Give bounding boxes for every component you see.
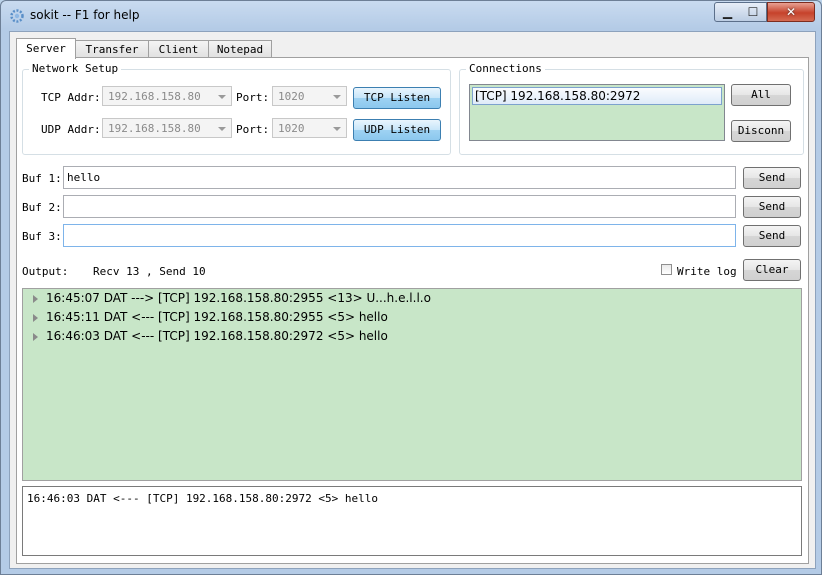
udp-listen-button[interactable]: UDP Listen xyxy=(353,119,441,141)
tcp-addr-value: 192.168.158.80 xyxy=(108,90,201,103)
udp-port-label: Port: xyxy=(236,123,270,136)
buf2-label: Buf 2: xyxy=(22,201,62,214)
buf3-input[interactable] xyxy=(63,224,736,247)
log-row-text: 16:45:07 DAT ---> [TCP] 192.168.158.80:2… xyxy=(46,291,431,305)
tab-server[interactable]: Server xyxy=(16,38,76,59)
minimize-icon: ▁ xyxy=(722,5,733,19)
write-log-label[interactable]: Write log xyxy=(677,265,737,278)
chevron-down-icon xyxy=(333,127,341,131)
window-title: sokit -- F1 for help xyxy=(30,8,140,22)
network-setup-title: Network Setup xyxy=(29,62,122,75)
tcp-addr-combo[interactable]: 192.168.158.80 xyxy=(102,86,232,106)
udp-addr-value: 192.168.158.80 xyxy=(108,122,201,135)
tcp-port-label: Port: xyxy=(236,91,270,104)
detail-view[interactable]: 16:46:03 DAT <--- [TCP] 192.168.158.80:2… xyxy=(22,486,802,556)
tcp-addr-label: TCP Addr: xyxy=(41,91,101,104)
tcp-port-combo[interactable]: 1020 xyxy=(272,86,347,106)
log-row-text: 16:46:03 DAT <--- [TCP] 192.168.158.80:2… xyxy=(46,329,388,343)
chevron-down-icon xyxy=(218,127,226,131)
clear-button[interactable]: Clear xyxy=(743,259,801,281)
chevron-down-icon xyxy=(218,95,226,99)
buf3-label: Buf 3: xyxy=(22,230,62,243)
minimize-button[interactable]: ▁ xyxy=(714,2,741,22)
udp-port-combo[interactable]: 1020 xyxy=(272,118,347,138)
log-row[interactable]: 16:46:03 DAT <--- [TCP] 192.168.158.80:2… xyxy=(23,327,783,346)
network-setup-group: Network Setup TCP Addr: 192.168.158.80 P… xyxy=(22,62,451,155)
app-window: sokit -- F1 for help ▁ ☐ ✕ Server Transf… xyxy=(0,0,822,575)
tab-transfer[interactable]: Transfer xyxy=(75,40,149,58)
buf3-send-button[interactable]: Send xyxy=(743,225,801,247)
write-log-checkbox[interactable] xyxy=(661,264,672,275)
connection-item[interactable]: [TCP] 192.168.158.80:2972 xyxy=(472,87,722,105)
log-row[interactable]: 16:45:11 DAT <--- [TCP] 192.168.158.80:2… xyxy=(23,308,783,327)
buf1-label: Buf 1: xyxy=(22,172,62,185)
tcp-port-value: 1020 xyxy=(278,90,305,103)
gear-icon xyxy=(10,9,24,23)
buf2-input[interactable] xyxy=(63,195,736,218)
disconn-button[interactable]: Disconn xyxy=(731,120,791,142)
log-row[interactable]: 16:45:07 DAT ---> [TCP] 192.168.158.80:2… xyxy=(23,289,783,308)
output-log[interactable]: 16:45:07 DAT ---> [TCP] 192.168.158.80:2… xyxy=(22,288,802,481)
tab-client[interactable]: Client xyxy=(148,40,209,58)
udp-addr-label: UDP Addr: xyxy=(41,123,101,136)
log-row-text: 16:45:11 DAT <--- [TCP] 192.168.158.80:2… xyxy=(46,310,388,324)
buf1-input[interactable]: hello xyxy=(63,166,736,189)
close-button[interactable]: ✕ xyxy=(767,2,815,22)
udp-port-value: 1020 xyxy=(278,122,305,135)
connections-list[interactable]: [TCP] 192.168.158.80:2972 xyxy=(469,84,725,141)
close-icon: ✕ xyxy=(785,5,797,19)
chevron-down-icon xyxy=(333,95,341,99)
connections-title: Connections xyxy=(466,62,545,75)
tab-notepad[interactable]: Notepad xyxy=(208,40,272,58)
server-panel: Network Setup TCP Addr: 192.168.158.80 P… xyxy=(16,57,809,564)
connections-group: Connections [TCP] 192.168.158.80:2972 Al… xyxy=(459,62,804,155)
tcp-listen-button[interactable]: TCP Listen xyxy=(353,87,441,109)
client-area: Server Transfer Client Notepad Network S… xyxy=(9,31,816,569)
expand-arrow-icon[interactable] xyxy=(33,295,38,303)
udp-addr-combo[interactable]: 192.168.158.80 xyxy=(102,118,232,138)
buf2-send-button[interactable]: Send xyxy=(743,196,801,218)
expand-arrow-icon[interactable] xyxy=(33,333,38,341)
buf1-send-button[interactable]: Send xyxy=(743,167,801,189)
output-label: Output: xyxy=(22,265,69,278)
expand-arrow-icon[interactable] xyxy=(33,314,38,322)
detail-text: 16:46:03 DAT <--- [TCP] 192.168.158.80:2… xyxy=(27,492,378,505)
maximize-icon: ☐ xyxy=(747,5,759,19)
all-button[interactable]: All xyxy=(731,84,791,106)
output-stats: Recv 13 , Send 10 xyxy=(93,265,206,278)
title-bar[interactable]: sokit -- F1 for help ▁ ☐ ✕ xyxy=(1,1,821,31)
maximize-button[interactable]: ☐ xyxy=(740,2,767,22)
